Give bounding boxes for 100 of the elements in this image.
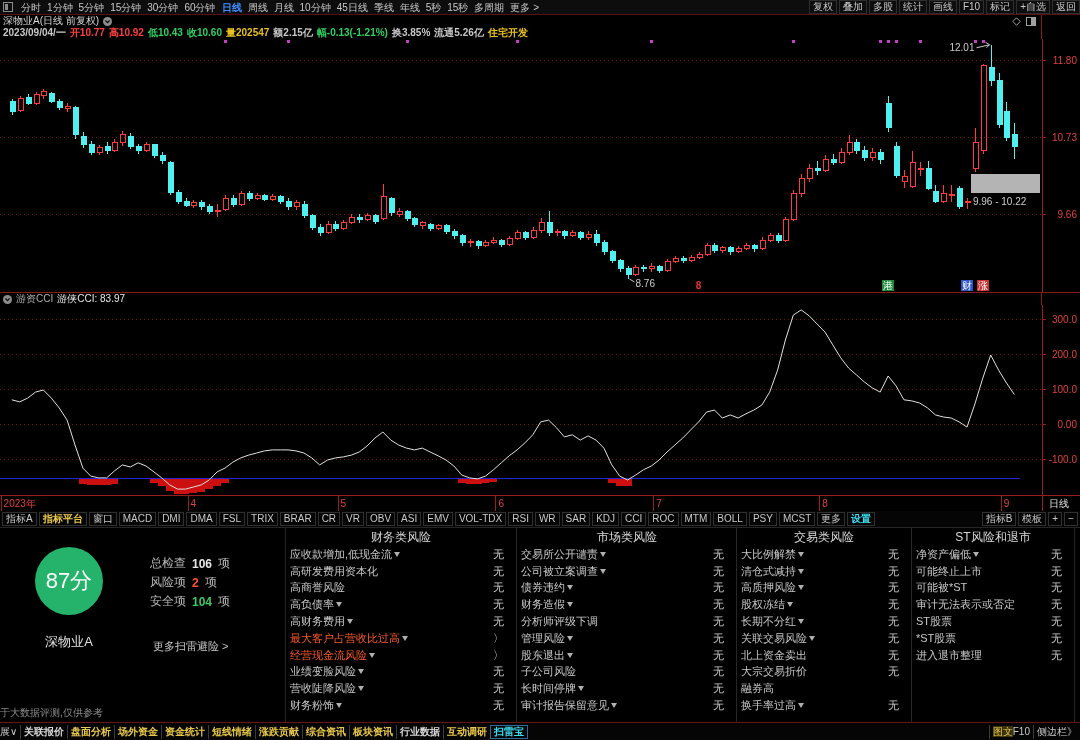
period-tab[interactable]: 60分钟 [181,0,219,14]
risk-item[interactable]: 营收陡降风险 [290,681,356,697]
toolbar-button[interactable]: F10 [958,0,985,14]
risk-item[interactable]: 可能终止上市 [916,563,982,579]
risk-item[interactable]: 经营现金流风险 [290,647,367,663]
caret-icon[interactable] [798,568,804,574]
sidebar-button[interactable]: 侧边栏》 [1033,724,1080,739]
indicator-tab[interactable]: 指标平台 [38,512,87,526]
caret-icon[interactable] [567,602,573,608]
risk-item[interactable]: 最大客户占营收比过高 [290,630,400,646]
period-tab[interactable]: 多周期 [471,0,508,14]
bottom-tab[interactable]: 场外资金 [114,724,162,739]
period-tab[interactable]: 1分钟 [44,0,76,14]
caret-icon[interactable] [567,585,573,591]
caret-icon[interactable] [358,669,364,675]
indicator-tab[interactable]: MCST [778,512,816,526]
risk-item[interactable]: 净资产偏低 [916,546,971,562]
bottom-tab[interactable]: 短线情绪 [208,724,256,739]
toolbar-button[interactable]: 统计 [898,0,927,14]
toolbar-button[interactable]: 叠加 [838,0,867,14]
caret-icon[interactable] [611,703,617,709]
risk-item[interactable]: 长期不分红 [741,614,796,630]
chevron-circle-icon[interactable] [3,294,12,304]
indicator-tab[interactable]: CR [317,512,341,526]
period-tab[interactable]: 季线 [370,0,397,14]
bottom-tab[interactable]: 盘面分析 [67,724,115,739]
period-tab[interactable]: 周线 [244,0,271,14]
expand-button[interactable]: 展∨ [0,724,21,739]
bottom-tab[interactable]: 板块资讯 [349,724,397,739]
bottom-tab[interactable]: 互动调研 [443,724,491,739]
indicator-tab[interactable]: 更多 [817,512,846,526]
risk-item[interactable]: 财务造假 [521,597,565,613]
risk-item[interactable]: 子公司风险 [521,664,576,680]
caret-icon[interactable] [358,686,364,692]
indicator-tab[interactable]: DMA [186,512,217,526]
risk-item[interactable]: 高负债率 [290,597,334,613]
risk-item[interactable]: 关联交易风险 [741,630,807,646]
indicator-tab[interactable]: MACD [118,512,157,526]
indicator-tab[interactable]: ROC [648,512,679,526]
indicator-tab[interactable]: PSY [748,512,777,526]
indicator-tab[interactable]: + [1048,512,1063,526]
risk-item[interactable]: 北上资金卖出 [741,647,807,663]
indicator-tab[interactable]: CCI [621,512,647,526]
period-tab[interactable]: 更多 > [507,0,543,14]
indicator-tab[interactable]: VOL-TDX [454,512,507,526]
caret-icon[interactable] [347,619,353,625]
risk-item[interactable]: 审计报告保留意见 [521,698,609,714]
risk-item[interactable]: 业绩变脸风险 [290,664,356,680]
bottom-tab[interactable]: 关联报价 [20,724,68,739]
risk-item[interactable]: 高商誉风险 [290,580,345,596]
risk-item[interactable]: 大比例解禁 [741,546,796,562]
toolbar-button[interactable]: 复权 [808,0,837,14]
indicator-tab[interactable]: − [1064,512,1078,526]
caret-icon[interactable] [336,703,342,709]
risk-item[interactable]: 审计无法表示或否定 [916,597,1015,613]
risk-item[interactable]: 大宗交易折价 [741,664,807,680]
caret-icon[interactable] [567,652,573,658]
toolbar-button[interactable]: 标记 [986,0,1015,14]
period-tab[interactable]: 5分钟 [75,0,108,14]
risk-item[interactable]: 股权冻结 [741,597,785,613]
indicator-tab[interactable]: BRAR [279,512,316,526]
caret-icon[interactable] [798,551,804,557]
caret-icon[interactable] [798,585,804,591]
period-tab[interactable]: 30分钟 [144,0,182,14]
risk-item[interactable]: 交易所公开谴责 [521,546,598,562]
indicator-tab[interactable]: 模板 [1018,512,1047,526]
indicator-tab[interactable]: BOLL [713,512,747,526]
risk-item[interactable]: 管理风险 [521,630,565,646]
indicator-tab[interactable]: ASI [397,512,422,526]
risk-item[interactable]: 进入退市整理 [916,647,982,663]
indicator-tab[interactable]: TRIX [247,512,278,526]
bottom-tab[interactable]: 资金统计 [161,724,209,739]
risk-item[interactable]: 财务粉饰 [290,698,334,714]
indicator-tab[interactable]: EMV [423,512,453,526]
risk-item[interactable]: 长时间停牌 [521,681,576,697]
indicator-tab[interactable]: 指标A [2,512,37,526]
caret-icon[interactable] [402,635,408,641]
risk-item[interactable]: 融券高 [741,681,774,697]
risk-item[interactable]: 高研发费用资本化 [290,563,378,579]
period-tab[interactable]: 月线 [270,0,297,14]
risk-item[interactable]: ST股票 [916,614,953,630]
indicator-tab[interactable]: 窗口 [88,512,117,526]
risk-item[interactable]: 股东退出 [521,647,565,663]
caret-icon[interactable] [336,602,342,608]
indicator-tab[interactable]: 指标B [981,512,1017,526]
risk-item[interactable]: 分析师评级下调 [521,614,598,630]
risk-item[interactable]: 清仓式减持 [741,563,796,579]
indicator-tab[interactable]: VR [342,512,364,526]
caret-icon[interactable] [787,602,793,608]
period-tab[interactable]: 45日线 [333,0,371,14]
caret-icon[interactable] [394,551,401,557]
toolbar-button[interactable]: 画线 [928,0,957,14]
caret-icon[interactable] [600,551,606,557]
toolbar-button[interactable]: 返回 [1052,0,1080,14]
risk-item[interactable]: 高财务费用 [290,614,345,630]
window-icon[interactable] [1026,16,1036,26]
f10-button[interactable]: 图文F10 [988,724,1033,739]
period-tab[interactable]: 15秒 [444,0,472,14]
indicator-tab[interactable]: SAR [561,512,591,526]
indicator-tab[interactable]: MTM [680,512,712,526]
